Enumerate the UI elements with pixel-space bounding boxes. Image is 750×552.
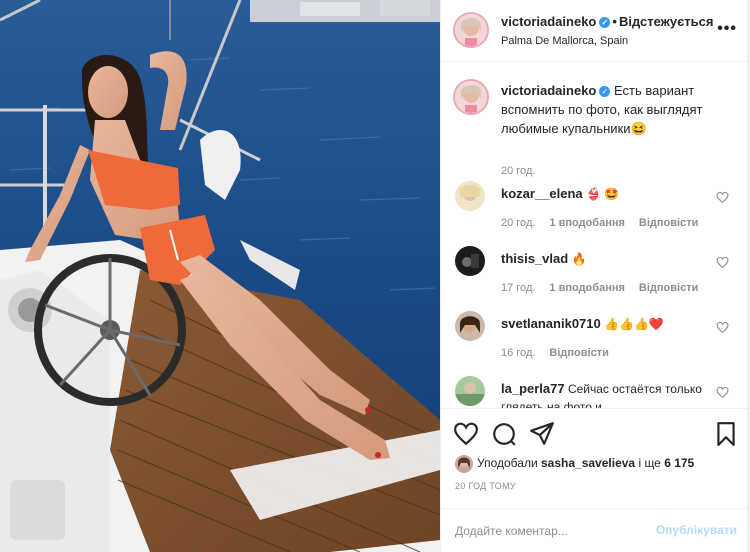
post-timestamp[interactable]: 20 ГОД ТОМУ	[455, 481, 516, 491]
comment-text: 👙 🤩	[586, 187, 620, 201]
liker-avatar[interactable]	[455, 455, 473, 473]
likes-middle: і ще	[638, 456, 661, 471]
likes-count[interactable]: 6 175	[664, 456, 694, 470]
comment-avatar[interactable]	[455, 246, 485, 276]
heart-icon[interactable]	[453, 421, 479, 447]
comment-username[interactable]: kozar__elena	[501, 186, 583, 201]
verified-badge-icon: ✓	[599, 17, 611, 28]
comment-avatar[interactable]	[455, 376, 485, 406]
caption-avatar[interactable]	[453, 79, 489, 115]
separator-dot: •	[612, 14, 617, 29]
reply-button[interactable]: Відповісти	[639, 217, 698, 229]
post-photo[interactable]	[0, 0, 440, 552]
reply-button[interactable]: Відповісти	[549, 347, 608, 359]
comment-username[interactable]: svetlananik0710	[501, 316, 601, 331]
comment-text: 👍👍👍❤️	[604, 317, 664, 331]
comment-item: kozar__elena 👙 🤩 20 год. 1 вподобання Відп…	[453, 181, 743, 241]
comment-avatar[interactable]	[455, 311, 485, 341]
comment-line: kozar__elena 👙 🤩	[501, 185, 711, 203]
verified-badge-icon: ✓	[599, 86, 611, 97]
comment-line: la_perla77 Сейчас остаётся только глядет…	[501, 380, 711, 408]
bookmark-icon[interactable]	[713, 421, 739, 447]
comment-like-heart-icon[interactable]	[716, 321, 729, 334]
following-button[interactable]: Відстежується	[619, 14, 714, 29]
likes-prefix: Уподобали	[477, 456, 538, 471]
comment-line: svetlananik0710 👍👍👍❤️	[501, 315, 711, 333]
comment-item: svetlananik0710 👍👍👍❤️ 16 год. Відповісти	[453, 311, 743, 371]
comments-section[interactable]: victoriadaineko ✓ Есть вариант вспомнить …	[441, 63, 750, 408]
comment-likes[interactable]: 1 вподобання	[549, 217, 624, 229]
comment-likes[interactable]: 1 вподобання	[549, 282, 624, 294]
caption-username[interactable]: victoriadaineko	[501, 83, 596, 98]
comment-meta: 16 год. Відповісти	[501, 347, 623, 359]
liker-username[interactable]: sasha_savelieva	[541, 456, 635, 470]
comment-username[interactable]: thisis_vlad	[501, 251, 568, 266]
likes-summary: Уподобали sasha_savelieva і ще 6 175	[455, 455, 694, 473]
comment-avatar[interactable]	[455, 181, 485, 211]
publish-button[interactable]: Опублікувати	[656, 523, 737, 537]
comment-time: 16 год.	[501, 347, 536, 359]
comment-time: 17 год.	[501, 282, 536, 294]
comment-like-heart-icon[interactable]	[716, 191, 729, 204]
more-options-icon[interactable]: •••	[717, 20, 737, 38]
comment-item: la_perla77 Сейчас остаётся только глядет…	[453, 376, 743, 408]
author-username[interactable]: victoriadaineko	[501, 14, 596, 29]
post-location[interactable]: Palma De Mallorca, Spain	[501, 35, 628, 47]
photo-illustration	[0, 0, 440, 552]
comment-input[interactable]	[455, 521, 655, 541]
comment-line: thisis_vlad 🔥	[501, 250, 711, 268]
comment-item: thisis_vlad 🔥 17 год. 1 вподобання Відпові…	[453, 246, 743, 306]
add-comment-bar: Опублікувати	[441, 508, 750, 552]
reply-button[interactable]: Відповісти	[639, 282, 698, 294]
post-header: victoriadaineko ✓ • Відстежується Palma De …	[441, 0, 750, 62]
comment-meta: 20 год. 1 вподобання Відповісти	[501, 217, 712, 229]
caption-text-block: victoriadaineko ✓ Есть вариант вспомнить …	[501, 81, 733, 138]
send-icon[interactable]	[529, 421, 555, 447]
post-sidebar: victoriadaineko ✓ • Відстежується Palma De …	[440, 0, 750, 552]
comment-time: 20 год.	[501, 217, 536, 229]
comment-username[interactable]: la_perla77	[501, 381, 565, 396]
comment-meta: 17 год. 1 вподобання Відповісти	[501, 282, 712, 294]
instagram-post-window: victoriadaineko ✓ • Відстежується Palma De …	[0, 0, 750, 552]
comment-like-heart-icon[interactable]	[716, 256, 729, 269]
post-actions: Уподобали sasha_savelieva і ще 6 175 20 …	[441, 408, 750, 508]
author-avatar[interactable]	[453, 12, 489, 48]
caption-time: 20 год.	[501, 165, 536, 177]
comment-like-heart-icon[interactable]	[716, 386, 729, 399]
comment-text: 🔥	[571, 252, 587, 266]
comment-icon[interactable]	[491, 421, 517, 447]
